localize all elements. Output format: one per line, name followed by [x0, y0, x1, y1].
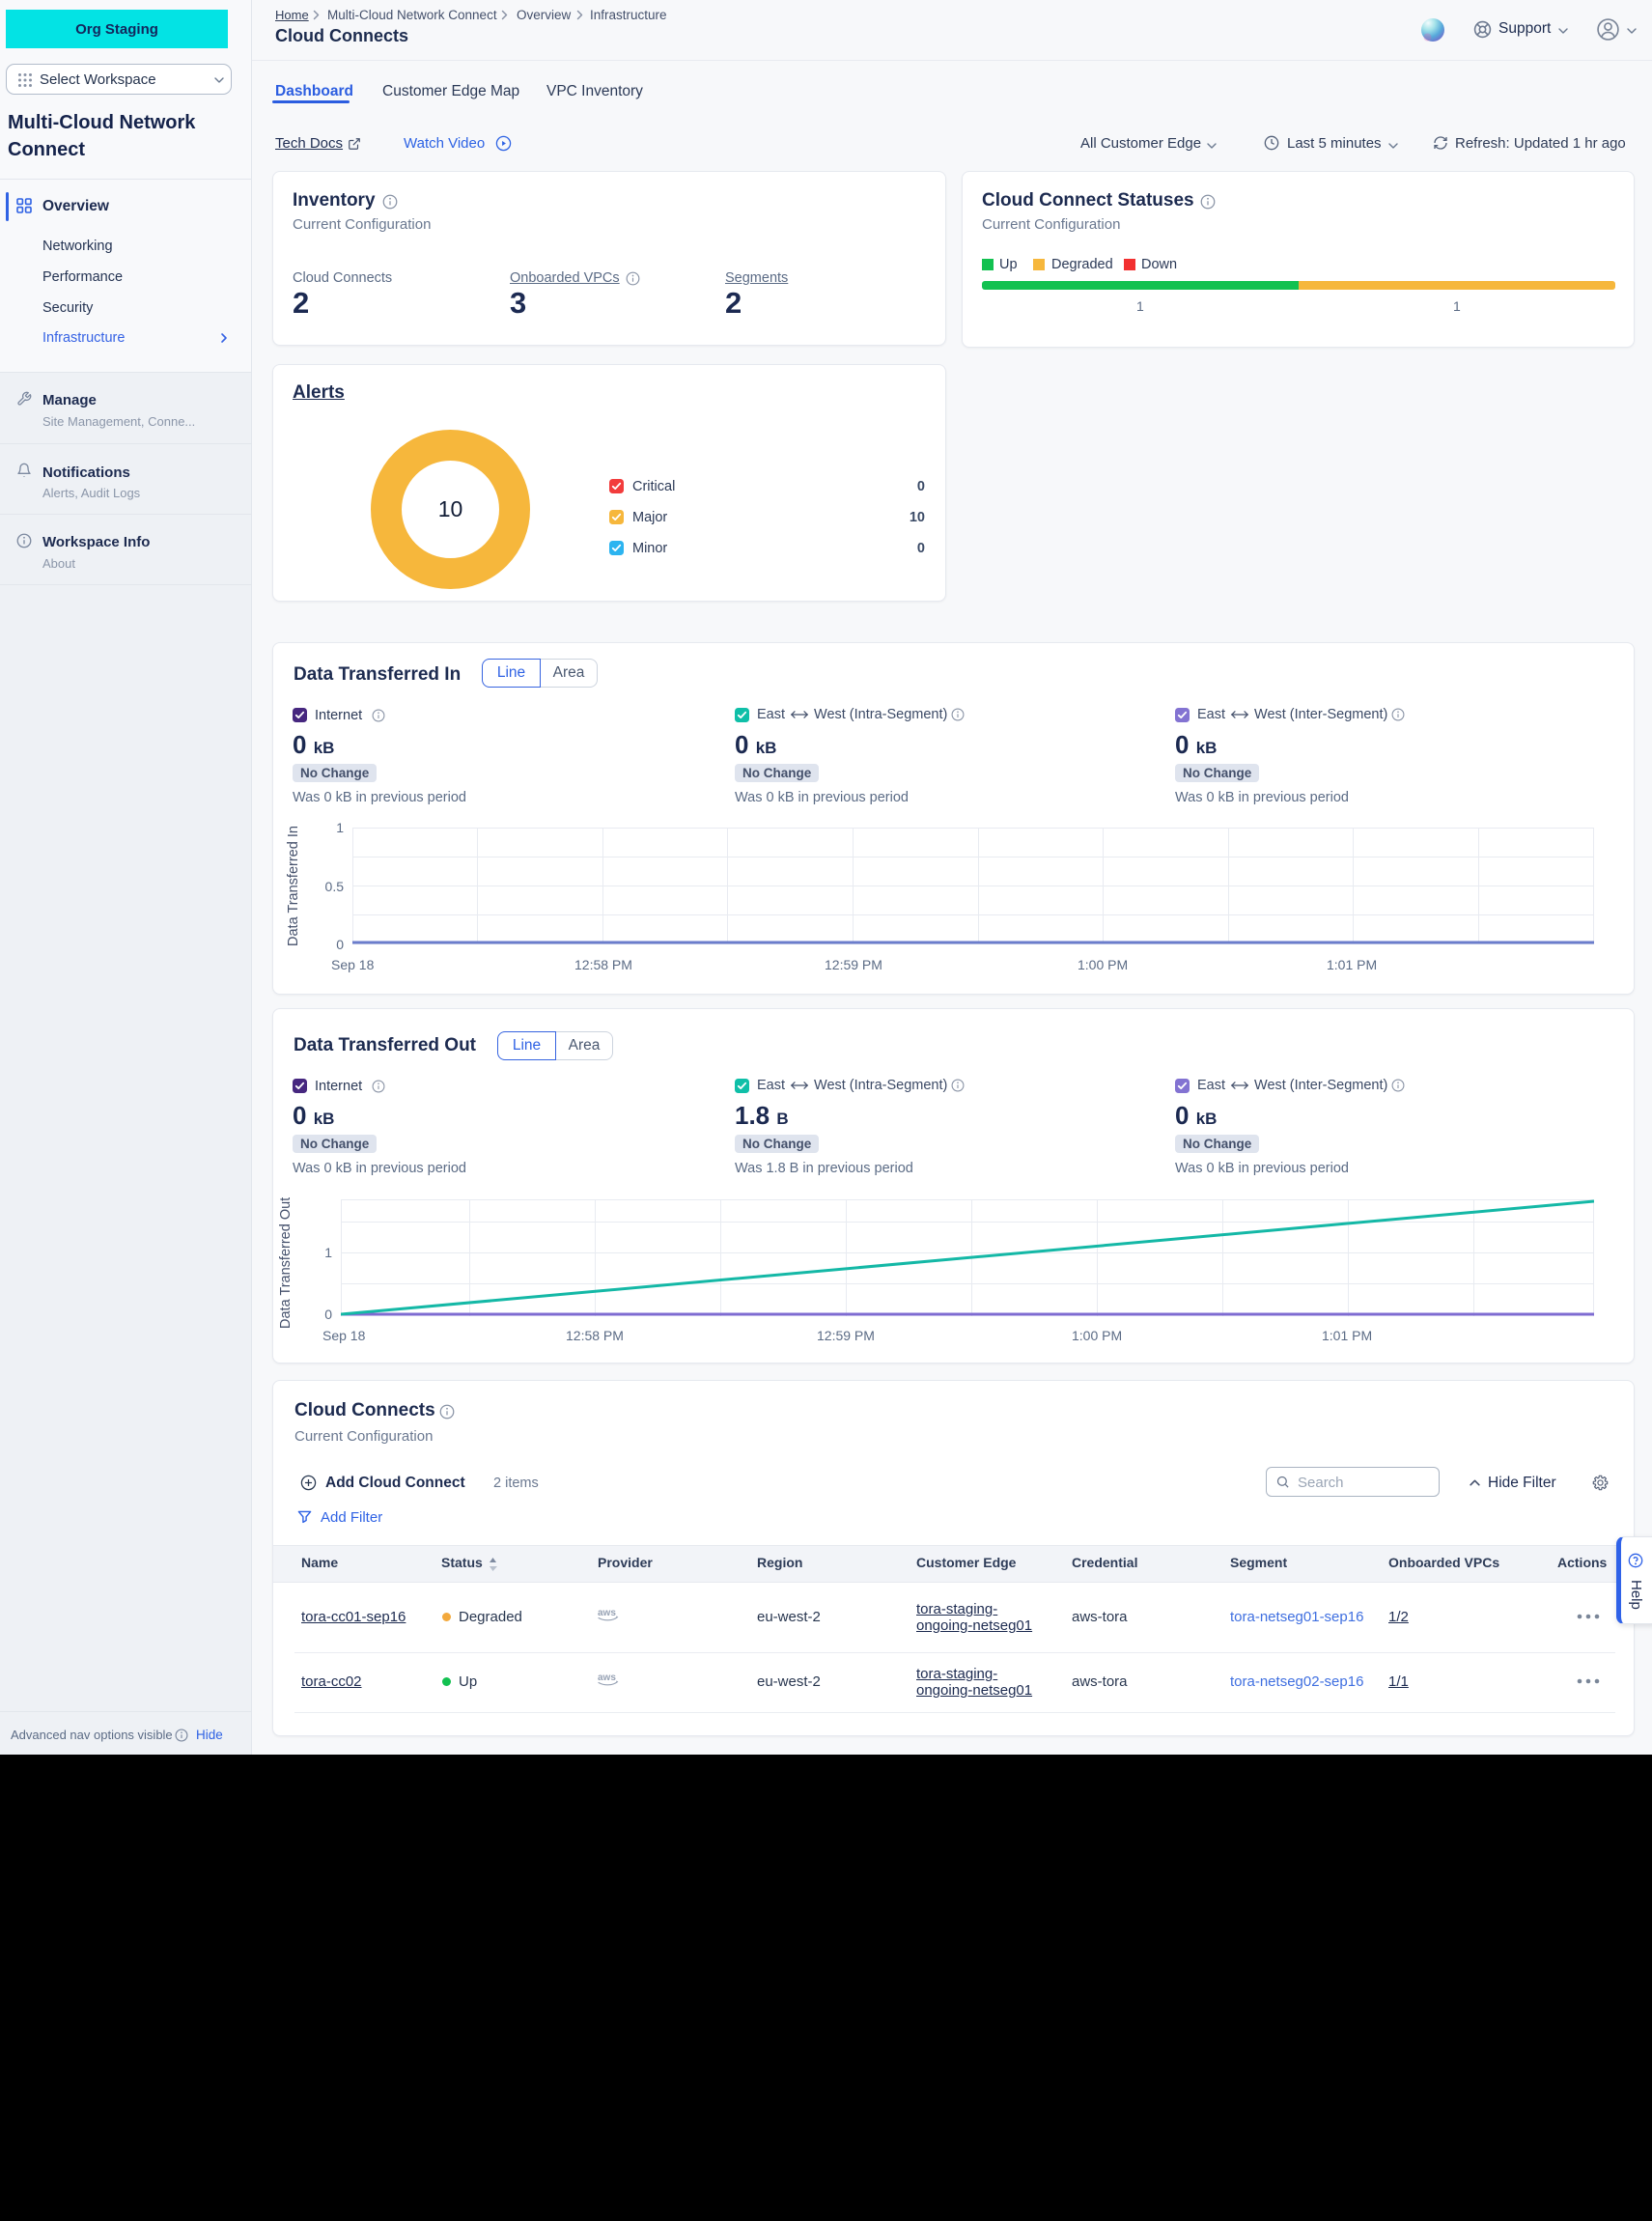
svg-text:aws: aws [598, 1608, 616, 1618]
svg-text:aws: aws [598, 1673, 616, 1683]
